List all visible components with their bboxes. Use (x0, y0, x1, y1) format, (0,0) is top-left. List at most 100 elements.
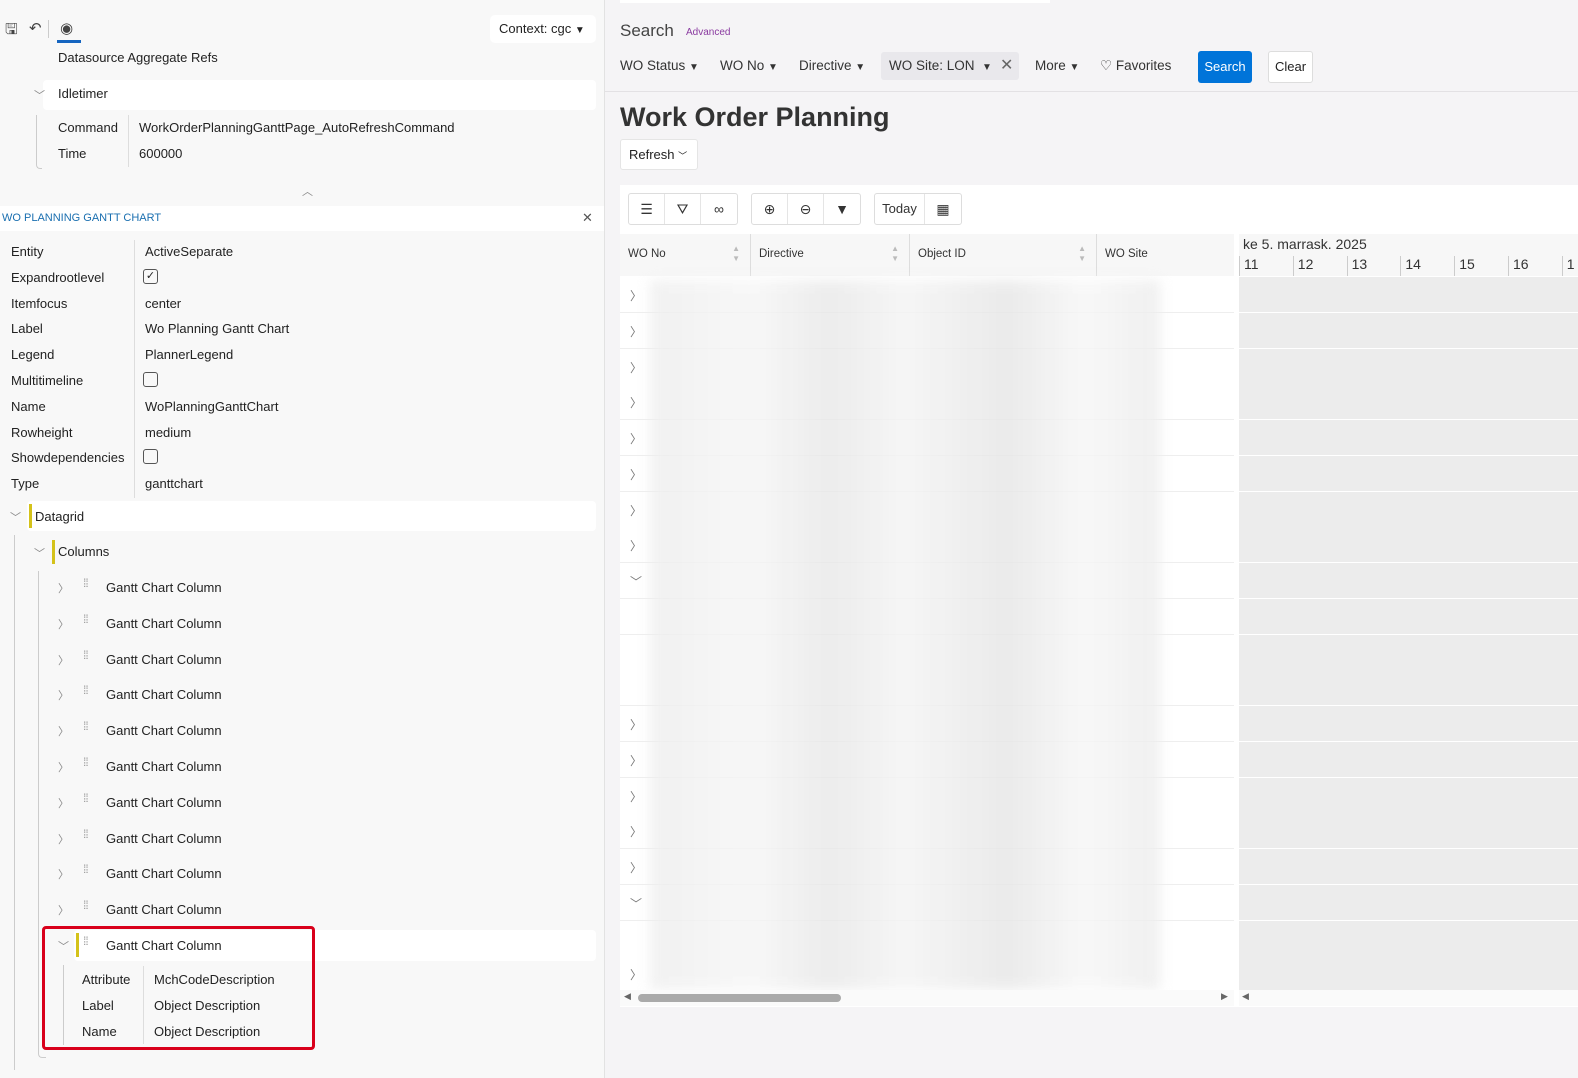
chevron-right-icon[interactable]: 〉 (58, 795, 69, 811)
tree-line (14, 535, 22, 1070)
undo-icon[interactable]: ↶ (29, 19, 42, 37)
drag-handle-icon[interactable]: ⁞⁞ (83, 899, 93, 911)
checkbox[interactable]: ✓ (143, 268, 158, 284)
timeline-row (1239, 849, 1578, 885)
chevron-right-icon[interactable]: 〉 (58, 580, 69, 596)
chevron-down-icon[interactable]: ﹀ (10, 509, 21, 525)
caret-down-icon[interactable]: ▼ (824, 194, 860, 224)
chevron-down-icon[interactable]: ﹀ (34, 87, 45, 103)
binoculars-icon[interactable]: ∞ (701, 194, 737, 224)
grid-scrollbar[interactable]: ◀ ▶ (620, 990, 1234, 1006)
zoom-toolbar: ⊕ ⊖ ▼ (751, 193, 861, 225)
filter-icon[interactable]: ⛛ (665, 194, 701, 224)
checkbox[interactable] (143, 449, 158, 465)
header-label: Object ID (918, 248, 966, 260)
chevron-right-icon[interactable]: 〉 (630, 323, 642, 340)
drag-handle-icon[interactable]: ⁞⁞ (83, 756, 93, 768)
drag-handle-icon[interactable]: ⁞⁞ (83, 649, 93, 661)
drag-handle-icon[interactable]: ⁞⁞ (83, 684, 93, 696)
column-header-object-id[interactable]: Object ID ▲ ▼ (910, 234, 1097, 276)
eye-icon[interactable]: ◉ (60, 19, 73, 37)
idletimer-node[interactable] (43, 80, 596, 110)
chevron-down-icon[interactable]: ﹀ (630, 573, 642, 590)
sort-icon[interactable]: ▲ ▼ (891, 244, 899, 264)
close-icon[interactable]: ✕ (582, 210, 593, 226)
chevron-down-icon[interactable]: ﹀ (630, 895, 642, 912)
sort-icon[interactable]: ▲ ▼ (1078, 244, 1086, 264)
chevron-right-icon[interactable]: 〉 (58, 723, 69, 739)
chevron-right-icon[interactable]: 〉 (630, 788, 642, 805)
list-icon[interactable]: ☰ (629, 194, 665, 224)
prop-value: WoPlanningGanttChart (145, 398, 279, 414)
timeline-row (1239, 420, 1578, 456)
column-label: Gantt Chart Column (106, 651, 222, 667)
chevron-up-icon[interactable]: ︿ (302, 183, 313, 199)
prop-key: Multitimeline (11, 373, 84, 388)
chevron-right-icon[interactable]: 〉 (58, 687, 69, 703)
chevron-right-icon[interactable]: 〉 (630, 859, 642, 876)
datagrid-node[interactable] (27, 501, 596, 531)
column-header-wo-site[interactable]: WO Site (1097, 234, 1234, 276)
chevron-right-icon[interactable]: 〉 (630, 537, 642, 554)
chevron-right-icon[interactable]: 〉 (58, 831, 69, 847)
chevron-right-icon[interactable]: 〉 (630, 430, 642, 447)
drag-handle-icon[interactable]: ⁞⁞ (83, 577, 93, 589)
advanced-search-link[interactable]: Advanced (686, 27, 730, 38)
today-button[interactable]: Today (875, 194, 925, 224)
drag-handle-icon[interactable]: ⁞⁞ (83, 720, 93, 732)
timeline-row (1239, 670, 1578, 707)
chevron-right-icon[interactable]: 〉 (58, 866, 69, 882)
timeline-row (1239, 706, 1578, 742)
chevron-right-icon[interactable]: 〉 (58, 652, 69, 668)
chevron-right-icon[interactable]: 〉 (58, 759, 69, 775)
chevron-right-icon[interactable]: 〉 (630, 359, 642, 376)
refresh-button[interactable]: Refresh ﹀ (620, 139, 698, 170)
chevron-right-icon[interactable]: 〉 (630, 502, 642, 519)
filter-wo-site-label[interactable]: WO Site: LON ▼ (889, 58, 992, 73)
save-icon[interactable]: 🖫 (5, 19, 18, 44)
filter-label: WO Site: LON (889, 58, 975, 73)
close-icon[interactable]: ✕ (1000, 55, 1013, 75)
chevron-right-icon[interactable]: 〉 (630, 466, 642, 483)
drag-handle-icon[interactable]: ⁞⁞ (83, 828, 93, 840)
chevron-right-icon[interactable]: 〉 (58, 902, 69, 918)
context-dropdown[interactable]: Context: cgc ▼ (490, 15, 596, 43)
filter-more[interactable]: More ▼ (1035, 58, 1079, 73)
blurred-row-data (650, 280, 1160, 990)
timeline-scrollbar[interactable]: ◀ (1239, 990, 1578, 1006)
prop-value: WorkOrderPlanningGanttPage_AutoRefreshCo… (139, 120, 455, 135)
calendar-icon[interactable]: ▦ (925, 194, 961, 224)
zoom-out-icon[interactable]: ⊖ (788, 194, 824, 224)
timeline-day: 1 (1561, 256, 1575, 276)
zoom-in-icon[interactable]: ⊕ (752, 194, 788, 224)
chevron-right-icon[interactable]: 〉 (58, 616, 69, 632)
chevron-down-icon[interactable]: ﹀ (34, 545, 45, 561)
column-header-directive[interactable]: Directive ▲ ▼ (751, 234, 910, 276)
chevron-right-icon[interactable]: 〉 (630, 966, 642, 983)
sort-icon[interactable]: ▲ ▼ (732, 244, 740, 264)
column-header-wo-no[interactable]: WO No ▲ ▼ (620, 234, 751, 276)
filter-label: Directive (799, 58, 852, 73)
timeline-day: 14 (1400, 256, 1421, 276)
drag-handle-icon[interactable]: ⁞⁞ (83, 613, 93, 625)
filter-directive[interactable]: Directive ▼ (799, 58, 865, 73)
filter-label: WO Status (620, 58, 686, 73)
drag-handle-icon[interactable]: ⁞⁞ (83, 792, 93, 804)
chevron-right-icon[interactable]: 〉 (630, 752, 642, 769)
prop-value: PlannerLegend (145, 347, 234, 363)
timeline-month: ke 5. marrask. 2025 (1243, 236, 1367, 252)
drag-handle-icon[interactable]: ⁞⁞ (83, 863, 93, 875)
scrollbar-thumb[interactable] (638, 994, 841, 1002)
filter-wo-status[interactable]: WO Status ▼ (620, 58, 699, 73)
clear-button[interactable]: Clear (1268, 51, 1313, 83)
timeline-row (1239, 777, 1578, 814)
checkbox[interactable] (143, 372, 158, 387)
favorites-button[interactable]: ♡ Favorites (1100, 58, 1171, 74)
search-button[interactable]: Search (1198, 51, 1252, 83)
column-label: Gantt Chart Column (106, 723, 222, 739)
chevron-right-icon[interactable]: 〉 (630, 716, 642, 733)
chevron-right-icon[interactable]: 〉 (630, 823, 642, 840)
chevron-right-icon[interactable]: 〉 (630, 394, 642, 411)
chevron-right-icon[interactable]: 〉 (630, 287, 642, 304)
filter-wo-no[interactable]: WO No ▼ (720, 58, 778, 73)
